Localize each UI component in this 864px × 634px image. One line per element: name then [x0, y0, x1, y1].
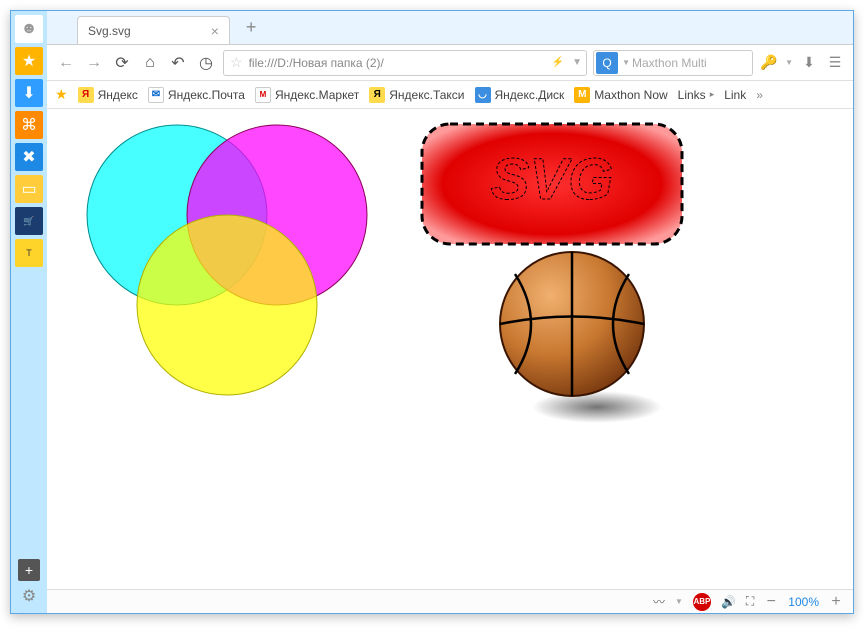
taxi-favicon: Я — [369, 87, 385, 103]
undo-button[interactable]: ↶ — [167, 52, 189, 74]
yandex-icon: Я — [78, 87, 94, 103]
mail-icon: ✉ — [148, 87, 164, 103]
activity-icon[interactable]: 〰 — [653, 593, 665, 610]
fullscreen-icon[interactable]: ⛶ — [746, 594, 754, 609]
venn-diagram — [77, 115, 387, 405]
bookmark-label: Links — [678, 88, 706, 102]
key-dropdown-icon[interactable]: ▼ — [785, 58, 793, 67]
adblock-icon[interactable]: ABP — [693, 593, 711, 611]
bookmark-label: Яндекс.Диск — [495, 88, 565, 102]
settings-icon[interactable]: ⚙ — [18, 585, 40, 607]
back-button[interactable]: ← — [55, 52, 77, 74]
zoom-out-button[interactable]: − — [764, 593, 778, 611]
bookmarks-bar: ★ Я Яндекс ✉ Яндекс.Почта M Яндекс.Маркет Я… — [47, 81, 853, 109]
bookmarks-overflow-icon[interactable]: » — [756, 88, 763, 102]
address-dropdown-icon[interactable]: ▼ — [568, 57, 586, 68]
add-sidebar-button[interactable]: + — [18, 559, 40, 581]
app-sidebar: ☻ ★ ⬇ ⌘ ✖ ▭ 🛒 Т + ⚙ — [11, 11, 47, 613]
search-box[interactable]: Q ▼ Maxthon Multi — [593, 50, 753, 76]
address-bar[interactable]: ☆ file:///D:/Новая папка (2)/ ⚡ ▼ — [223, 50, 587, 76]
bookmark-yandex-taxi[interactable]: Я Яндекс.Такси — [369, 87, 464, 103]
bookmark-links-folder[interactable]: Links▸ — [678, 88, 715, 102]
lightning-icon[interactable]: ⚡ — [548, 57, 568, 68]
history-button[interactable]: ◷ — [195, 52, 217, 74]
new-tab-button[interactable]: + — [238, 17, 265, 38]
bookmark-yandex-mail[interactable]: ✉ Яндекс.Почта — [148, 87, 245, 103]
search-placeholder: Maxthon Multi — [632, 56, 752, 70]
maxthon-favicon: M — [574, 87, 590, 103]
navigation-toolbar: ← → ⟳ ⌂ ↶ ◷ ☆ file:///D:/Новая папка (2)… — [47, 45, 853, 81]
search-engine-dropdown-icon[interactable]: ▼ — [620, 58, 632, 67]
bookmark-star-icon[interactable]: ☆ — [224, 54, 249, 71]
disk-favicon: ◡ — [475, 87, 491, 103]
close-tab-icon[interactable]: × — [211, 23, 219, 39]
bookmark-link[interactable]: Link — [724, 88, 746, 102]
notes-icon[interactable]: ▭ — [15, 175, 43, 203]
bookmark-maxthon-now[interactable]: M Maxthon Now — [574, 87, 667, 103]
page-content: SVG — [47, 109, 853, 589]
status-bar: 〰 ▼ ABP 🔊 ⛶ − 100% + — [47, 589, 853, 613]
home-button[interactable]: ⌂ — [139, 52, 161, 74]
rss-icon[interactable]: ⌘ — [15, 111, 43, 139]
tab-svg[interactable]: Svg.svg × — [77, 16, 230, 44]
volume-icon[interactable]: 🔊 — [721, 595, 736, 609]
bookmark-label: Maxthon Now — [594, 88, 667, 102]
basketball-image — [487, 239, 677, 429]
bookmark-label: Яндекс.Почта — [168, 88, 245, 102]
reload-button[interactable]: ⟳ — [111, 52, 133, 74]
search-engine-icon[interactable]: Q — [596, 52, 618, 74]
market-favicon: M — [255, 87, 271, 103]
badge-text: SVG — [491, 147, 614, 212]
tab-bar: Svg.svg × + — [47, 11, 853, 45]
key-icon[interactable]: 🔑 — [759, 54, 779, 71]
profile-icon[interactable]: ☻ — [15, 15, 43, 43]
zoom-level: 100% — [788, 595, 819, 609]
tools-icon[interactable]: ✖ — [15, 143, 43, 171]
tab-title: Svg.svg — [88, 24, 131, 38]
bookmark-label: Link — [724, 88, 746, 102]
bookmark-label: Яндекс.Такси — [389, 88, 464, 102]
bookmark-yandex-market[interactable]: M Яндекс.Маркет — [255, 87, 359, 103]
bookmark-yandex[interactable]: Я Яндекс — [78, 87, 138, 103]
status-dropdown-icon[interactable]: ▼ — [675, 597, 683, 606]
market-icon[interactable]: 🛒 — [15, 207, 43, 235]
download-button[interactable]: ⬇ — [799, 54, 819, 71]
zoom-in-button[interactable]: + — [829, 593, 843, 611]
bookmarks-star-icon[interactable]: ★ — [55, 86, 68, 103]
svg-badge: SVG — [417, 119, 687, 249]
taxi-icon[interactable]: Т — [15, 239, 43, 267]
bookmark-yandex-disk[interactable]: ◡ Яндекс.Диск — [475, 87, 565, 103]
favorites-icon[interactable]: ★ — [15, 47, 43, 75]
bookmark-label: Яндекс — [98, 88, 138, 102]
menu-button[interactable]: ☰ — [825, 54, 845, 71]
forward-button[interactable]: → — [83, 52, 105, 74]
address-text: file:///D:/Новая папка (2)/ — [249, 56, 548, 70]
downloads-icon[interactable]: ⬇ — [15, 79, 43, 107]
bookmark-label: Яндекс.Маркет — [275, 88, 359, 102]
